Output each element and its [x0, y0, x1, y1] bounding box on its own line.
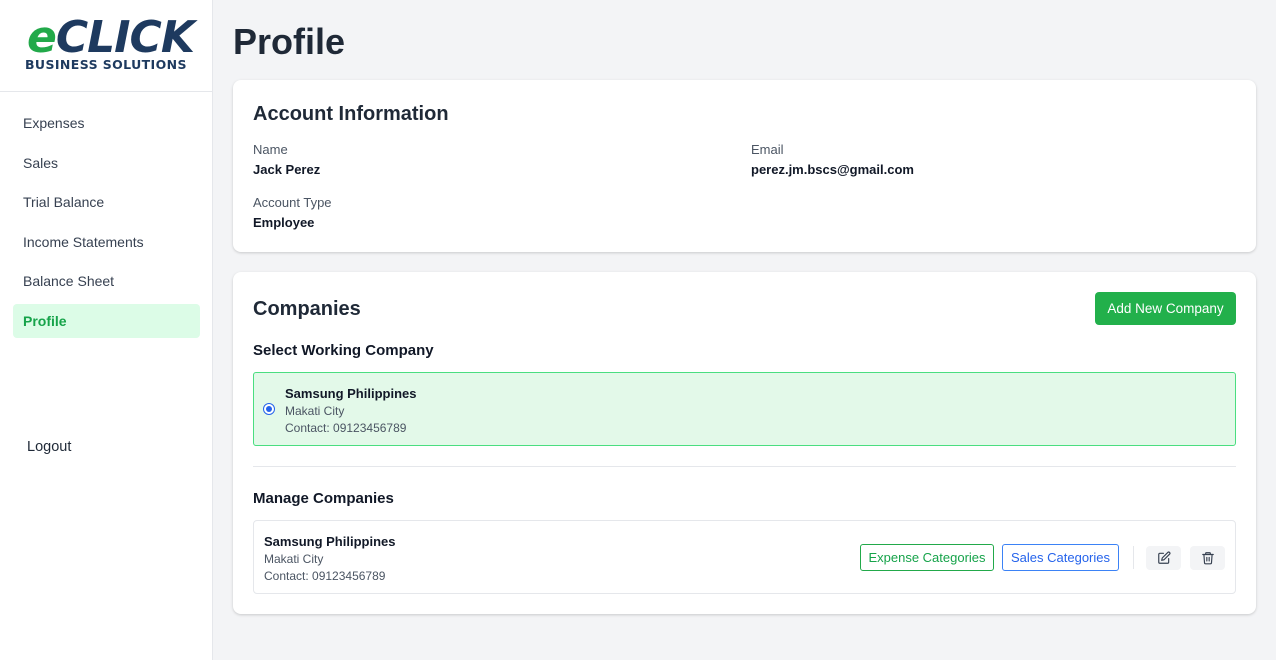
companies-card: Companies Add New Company Select Working… [233, 272, 1256, 614]
email-value: perez.jm.bscs@gmail.com [751, 162, 914, 177]
company-name: Samsung Philippines [264, 534, 396, 549]
delete-company-button[interactable] [1190, 546, 1225, 570]
working-company-option[interactable]: Samsung Philippines Makati City Contact:… [253, 372, 1236, 446]
add-new-company-button[interactable]: Add New Company [1095, 292, 1236, 325]
account-information-heading: Account Information [253, 103, 449, 125]
sidebar-item-sales[interactable]: Sales [13, 146, 200, 180]
name-label: Name [253, 142, 288, 157]
company-radio[interactable] [263, 403, 275, 415]
sidebar: eCLICK BUSINESS SOLUTIONS Expenses Sales… [0, 0, 213, 660]
company-name: Samsung Philippines [285, 386, 417, 401]
company-city: Makati City [264, 552, 324, 566]
logo-tagline: BUSINESS SOLUTIONS [25, 57, 187, 72]
logo-wordmark: eCLICK [27, 12, 195, 63]
email-label: Email [751, 142, 784, 157]
sidebar-item-trial-balance[interactable]: Trial Balance [13, 185, 200, 219]
account-type-label: Account Type [253, 195, 332, 210]
companies-heading: Companies [253, 298, 361, 320]
company-row: Samsung Philippines Makati City Contact:… [253, 520, 1236, 594]
trash-icon [1201, 552, 1214, 565]
account-information-card: Account Information Name Jack Perez Emai… [233, 80, 1256, 252]
logo: eCLICK BUSINESS SOLUTIONS [0, 0, 212, 92]
company-contact: Contact: 09123456789 [264, 569, 386, 583]
sidebar-item-expenses[interactable]: Expenses [13, 106, 200, 140]
expense-categories-button[interactable]: Expense Categories [860, 544, 994, 571]
account-type-value: Employee [253, 215, 315, 230]
edit-company-button[interactable] [1146, 546, 1181, 570]
sidebar-item-balance-sheet[interactable]: Balance Sheet [13, 264, 200, 298]
manage-companies-heading: Manage Companies [253, 490, 394, 507]
logout-button[interactable]: Logout [27, 439, 71, 455]
edit-icon [1157, 551, 1170, 564]
company-contact: Contact: 09123456789 [285, 421, 407, 435]
divider [253, 466, 1236, 467]
select-working-company-heading: Select Working Company [253, 342, 434, 359]
sidebar-nav: Expenses Sales Trial Balance Income Stat… [13, 106, 200, 344]
sales-categories-button[interactable]: Sales Categories [1002, 544, 1119, 571]
sidebar-item-income-statements[interactable]: Income Statements [13, 225, 200, 259]
button-separator [1133, 546, 1134, 569]
page-title: Profile [233, 21, 346, 62]
sidebar-item-profile[interactable]: Profile [13, 303, 200, 338]
name-value: Jack Perez [253, 162, 321, 177]
company-city: Makati City [285, 404, 345, 418]
